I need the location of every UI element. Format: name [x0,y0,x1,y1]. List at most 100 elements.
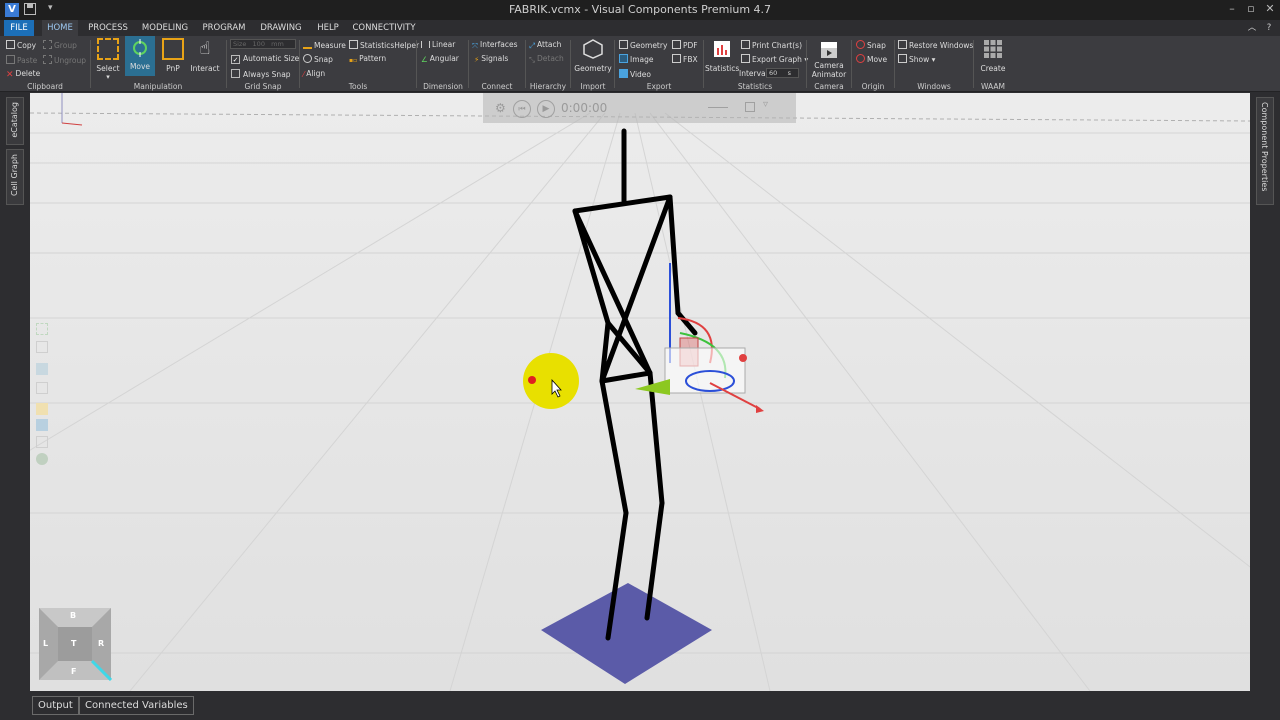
connected-variables-button[interactable]: Connected Variables [79,696,194,715]
close-icon[interactable]: ✕ [1262,2,1278,16]
group-manipulation: Select ▾ Move PnP ☝ Interact Manipulatio… [92,36,224,92]
tab-drawing[interactable]: DRAWING [257,20,305,36]
interval-input[interactable]: 60 s [766,68,799,78]
export-graph-button[interactable]: Export Graph ▾ [741,54,808,64]
selection-filter-icon[interactable] [36,436,48,448]
attach-label: Attach [537,40,562,49]
box-select-icon[interactable] [36,363,48,375]
playback-menu-icon[interactable]: ▿ [763,99,768,110]
tab-home[interactable]: HOME [42,20,78,36]
nav-cube-top[interactable]: T [71,639,76,648]
export-geometry-button[interactable]: Geometry [619,40,667,50]
unchecked-icon [231,69,240,78]
align-button[interactable]: ⁄ Align [303,69,325,79]
linear-dimension-button[interactable]: Linear [421,40,455,49]
snap-tool-button[interactable]: Snap [303,54,333,64]
base-plate[interactable] [541,583,712,684]
transform-gizmo[interactable] [635,263,764,413]
interact-button[interactable]: ☝ Interact [190,38,220,73]
always-snap-checkbox[interactable]: Always Snap [231,69,291,79]
ungroup-icon [43,55,52,64]
tab-modeling[interactable]: MODELING [139,20,191,36]
signals-button[interactable]: ⚡ Signals [474,54,508,64]
collapse-ribbon-icon[interactable]: ︿ [1244,20,1260,36]
always-snap-label: Always Snap [243,70,291,79]
output-panel-button[interactable]: Output [32,696,79,715]
settings-gear-icon[interactable]: ⚙ [495,101,506,115]
navigation-cube[interactable]: B L T R F [38,607,113,682]
record-icon[interactable] [745,102,755,112]
detach-button[interactable]: ⤡ Detach [529,54,564,64]
render-mode-icon[interactable] [36,403,48,415]
automatic-size-checkbox[interactable]: ✓ Automatic Size [231,54,299,64]
tab-cell-graph[interactable]: Cell Graph [6,149,24,205]
ribbon-separator [226,40,227,88]
export-image-button[interactable]: Image [619,54,654,64]
nav-cube-left[interactable]: L [43,639,48,648]
simulation-control-bar: ⚙ ⏮ ▶ 0:00:00 ▿ [483,93,796,123]
statistics-helper-button[interactable]: StatisticsHelper [349,40,419,50]
tab-ecatalog[interactable]: eCatalog [6,97,24,145]
ribbon-separator [570,40,571,88]
pattern-button[interactable]: ▪▫ Pattern [349,54,386,66]
origin-snap-button[interactable]: Snap [856,40,886,50]
angular-dimension-button[interactable]: ∠ Angular [421,54,459,64]
export-fbx-button[interactable]: FBX [672,54,698,64]
interact-hand-icon: ☝ [199,38,211,59]
display-mode-icon[interactable] [36,419,48,431]
ecatalog-label: eCatalog [10,102,19,138]
grid-snap-group-label: Grid Snap [244,82,282,91]
pattern-icon: ▪▫ [349,57,358,64]
maximize-icon[interactable]: ▫ [1243,2,1259,16]
3d-viewport[interactable]: ⚙ ⏮ ▶ 0:00:00 ▿ B L T R F [30,93,1250,691]
grid-size-input[interactable]: Size 100 mm [230,39,296,49]
minimize-icon[interactable]: – [1224,2,1240,16]
interfaces-button[interactable]: ⤧ Interfaces [472,40,518,50]
select-button[interactable]: Select ▾ [94,38,122,81]
paste-button[interactable]: Paste [6,55,37,65]
origin-move-button[interactable]: Move [856,54,887,64]
view-mode-icon[interactable] [36,341,48,353]
print-charts-button[interactable]: Print Chart(s) [741,40,802,50]
lighting-icon[interactable] [36,453,48,465]
reset-icon[interactable]: ⏮ [513,100,531,118]
tab-program[interactable]: PROGRAM [199,20,249,36]
export-geometry-icon [619,40,628,49]
waam-create-button[interactable]: Create [975,38,1011,73]
statistics-button[interactable]: Statistics [705,38,739,73]
help-question-icon[interactable]: ? [1262,20,1276,36]
nav-cube-front[interactable]: F [71,667,76,676]
tab-help[interactable]: HELP [313,20,343,36]
move-button[interactable]: Move [125,36,155,76]
interval-label: Interval [739,69,768,78]
nav-cube-back[interactable]: B [70,611,76,620]
show-windows-button[interactable]: Show ▾ [898,54,935,64]
ungroup-button[interactable]: Ungroup [43,55,86,65]
attach-button[interactable]: ⤢ Attach [529,40,561,50]
restore-windows-button[interactable]: Restore Windows [898,40,973,50]
nav-cube-right[interactable]: R [98,639,104,648]
export-pdf-label: PDF [683,41,698,50]
camera-animator-button[interactable]: Camera Animator [808,38,850,79]
pdf-icon [672,40,681,49]
tab-component-properties[interactable]: Component Properties [1256,97,1274,205]
zoom-fit-icon[interactable] [36,323,48,335]
group-button[interactable]: Group [43,40,77,50]
projection-icon[interactable] [36,382,48,394]
copy-button[interactable]: Copy [6,40,36,50]
target-point [528,376,536,384]
group-windows: Restore Windows Show ▾ Windows [896,36,973,92]
pnp-button[interactable]: PnP [159,38,187,73]
export-pdf-button[interactable]: PDF [672,40,698,50]
tab-process[interactable]: PROCESS [86,20,130,36]
tab-connectivity[interactable]: CONNECTIVITY [351,20,417,36]
play-icon[interactable]: ▶ [537,100,555,118]
speed-slider[interactable] [708,107,728,108]
delete-button[interactable]: ✕ Delete [6,69,40,80]
export-video-button[interactable]: Video [619,69,651,79]
show-windows-label: Show ▾ [909,55,936,64]
move-label: Move [129,62,151,71]
tab-file[interactable]: FILE [4,20,34,36]
measure-button[interactable]: Measure [303,40,346,50]
import-geometry-button[interactable]: Geometry [574,38,612,73]
